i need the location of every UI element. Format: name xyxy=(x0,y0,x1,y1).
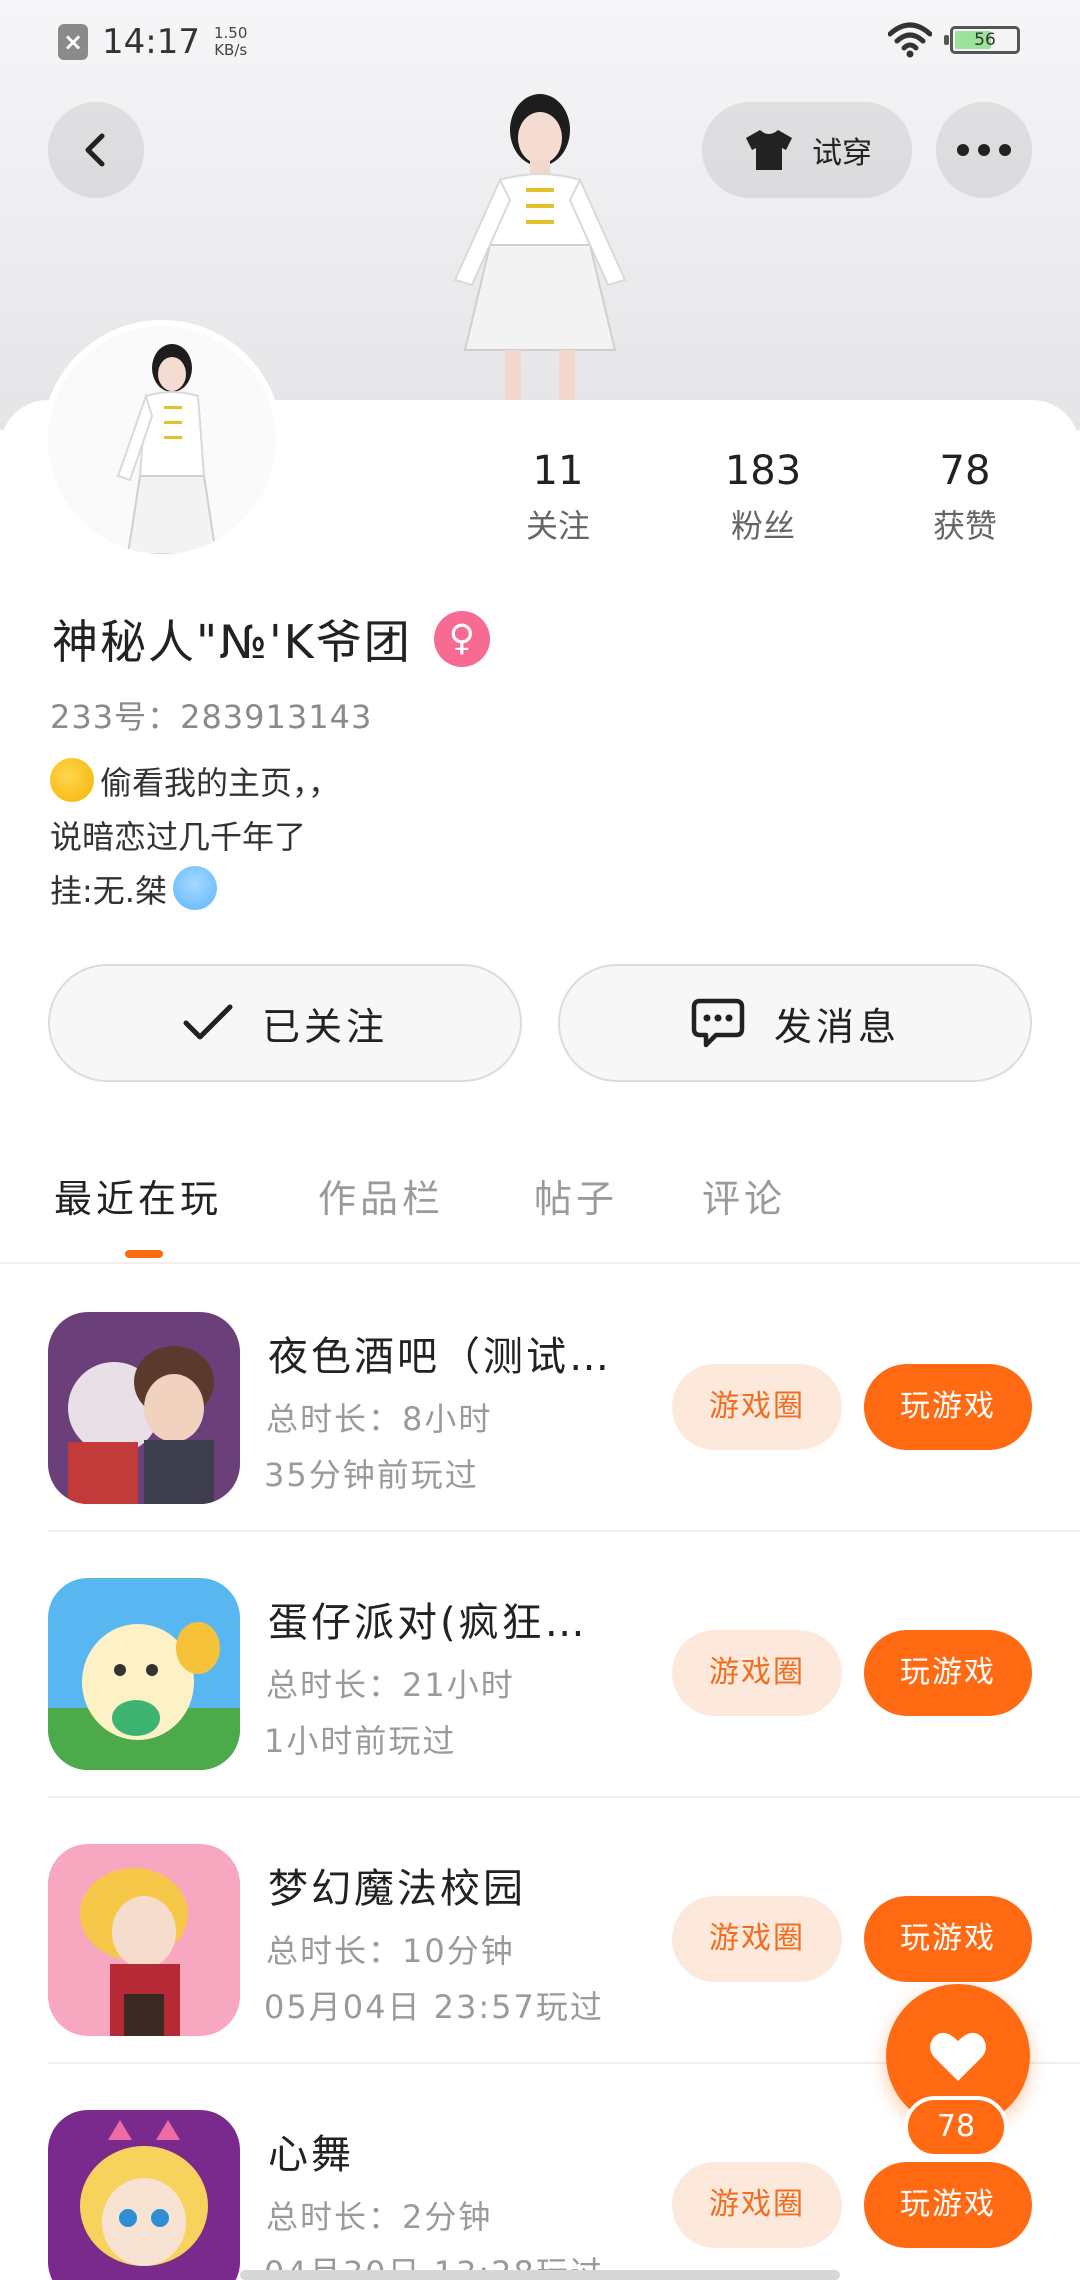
status-time: 14:17 xyxy=(102,22,200,62)
try-on-button[interactable]: 试穿 xyxy=(702,102,912,198)
status-right: 56 xyxy=(888,22,1020,58)
stat-followers[interactable]: 183 粉丝 xyxy=(683,445,843,551)
list-item[interactable]: 夜色酒吧（测试… 总时长：8小时 35分钟前玩过 游戏圈 玩游戏 xyxy=(48,1266,1080,1532)
bio-line-3: 挂:无.桀 xyxy=(50,864,340,918)
game-last-played: 1小时前玩过 xyxy=(264,1722,457,1760)
more-options-button[interactable] xyxy=(936,102,1032,198)
like-count-badge: 78 xyxy=(904,2096,1008,2158)
stat-following[interactable]: 11 关注 xyxy=(478,445,638,551)
battery-level: 56 xyxy=(974,30,996,50)
scroll-indicator xyxy=(240,2270,840,2280)
stat-likes-value: 78 xyxy=(939,448,991,494)
bio-line-2: 说暗恋过几千年了 xyxy=(50,818,307,856)
game-last-played: 05月04日 23:57玩过 xyxy=(264,1988,604,2026)
back-arrow-icon xyxy=(85,133,105,167)
game-icon-night-bar xyxy=(48,1312,240,1504)
wifi-icon xyxy=(888,22,932,58)
game-circle-button[interactable]: 游戏圈 xyxy=(672,1364,842,1450)
chat-bubble-icon xyxy=(691,998,745,1048)
bio-line-1: 偷看我的主页，， xyxy=(50,756,340,810)
thinking-face-emoji-icon xyxy=(50,758,94,802)
network-speed-unit: KB/s xyxy=(214,41,248,59)
game-icon-magic-school xyxy=(48,1844,240,2036)
character-figure xyxy=(453,94,627,430)
battery-icon: 56 xyxy=(944,26,1020,54)
game-play-time: 总时长：2分钟 xyxy=(266,2198,493,2236)
stat-following-label: 关注 xyxy=(525,507,590,545)
game-play-time: 总时长：8小时 xyxy=(266,1400,493,1438)
game-play-time: 总时长：21小时 xyxy=(266,1666,515,1704)
play-game-button[interactable]: 玩游戏 xyxy=(864,2162,1032,2248)
stat-followers-value: 183 xyxy=(724,448,802,494)
bio: 偷看我的主页，， 说暗恋过几千年了 挂:无.桀 xyxy=(50,756,340,918)
send-message-label: 发消息 xyxy=(773,1004,900,1049)
network-speed-value: 1.50 xyxy=(213,24,248,42)
avatar[interactable] xyxy=(48,326,276,554)
profile-tabs: 最近在玩 作品栏 帖子 评论 xyxy=(0,1158,1080,1264)
play-game-button[interactable]: 玩游戏 xyxy=(864,1630,1032,1716)
send-message-button[interactable]: 发消息 xyxy=(558,964,1032,1082)
game-circle-button[interactable]: 游戏圈 xyxy=(672,1896,842,1982)
nickname: 神秘人"№'K爷团 xyxy=(52,615,412,669)
game-last-played: 35分钟前玩过 xyxy=(264,1456,479,1494)
stat-followers-label: 粉丝 xyxy=(730,507,795,545)
game-name: 蛋仔派对(疯狂… xyxy=(268,1600,588,1646)
try-on-label: 试穿 xyxy=(812,136,872,171)
user-id: 233号：283913143 xyxy=(50,698,373,736)
nickname-row: 神秘人"№'K爷团 ♀ xyxy=(52,606,490,672)
tab-works[interactable]: 作品栏 xyxy=(318,1168,444,1223)
stat-likes[interactable]: 78 获赞 xyxy=(885,445,1045,551)
female-gender-icon: ♀ xyxy=(433,611,490,667)
play-game-button[interactable]: 玩游戏 xyxy=(864,1896,1032,1982)
status-bar: × 14:17 1.50 KB/s 56 xyxy=(0,0,1080,80)
stat-following-value: 11 xyxy=(532,448,584,494)
checkmark-icon xyxy=(183,1004,233,1040)
screaming-face-emoji-icon xyxy=(172,866,217,910)
bio-line-1-text: 偷看我的主页，， xyxy=(100,764,341,802)
game-play-time: 总时长：10分钟 xyxy=(266,1932,515,1970)
tab-posts[interactable]: 帖子 xyxy=(534,1168,618,1223)
game-name: 心舞 xyxy=(268,2132,354,2178)
tab-comments[interactable]: 评论 xyxy=(702,1168,786,1223)
active-tab-indicator xyxy=(125,1250,163,1258)
heart-icon xyxy=(930,2032,986,2081)
game-name: 梦幻魔法校园 xyxy=(268,1866,526,1912)
tab-recently-played[interactable]: 最近在玩 xyxy=(54,1168,222,1223)
game-circle-button[interactable]: 游戏圈 xyxy=(672,2162,842,2248)
game-icon-heart-dance xyxy=(48,2110,240,2280)
close-notification-icon: × xyxy=(58,24,88,60)
status-left: × 14:17 1.50 KB/s xyxy=(58,22,247,62)
following-button[interactable]: 已关注 xyxy=(48,964,522,1082)
network-speed: 1.50 KB/s xyxy=(214,25,247,59)
game-name: 夜色酒吧（测试… xyxy=(268,1334,612,1380)
game-icon-eggy-party xyxy=(48,1578,240,1770)
bio-line-3-text: 挂:无.桀 xyxy=(50,872,167,910)
game-circle-button[interactable]: 游戏圈 xyxy=(672,1630,842,1716)
avatar-image xyxy=(48,326,276,554)
back-button[interactable] xyxy=(48,102,144,198)
play-game-button[interactable]: 玩游戏 xyxy=(864,1364,1032,1450)
list-item[interactable]: 蛋仔派对(疯狂… 总时长：21小时 1小时前玩过 游戏圈 玩游戏 xyxy=(48,1532,1080,1798)
following-label: 已关注 xyxy=(261,1004,388,1049)
stat-likes-label: 获赞 xyxy=(932,507,997,545)
shirt-icon xyxy=(746,130,792,170)
more-dots-icon xyxy=(957,144,1011,156)
